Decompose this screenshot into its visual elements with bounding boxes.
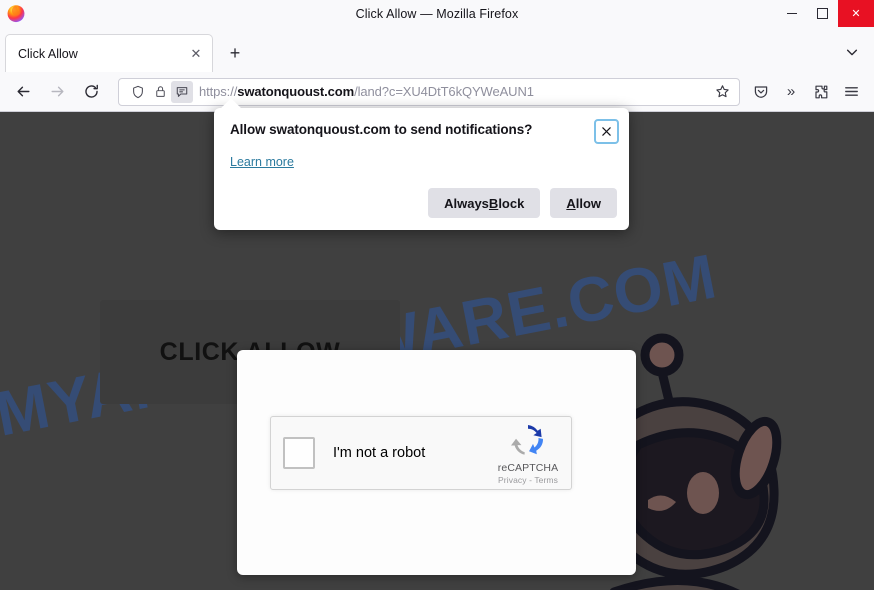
allow-button[interactable]: Allow	[550, 188, 617, 218]
recaptcha-branding: reCAPTCHA Privacy - Terms	[489, 422, 571, 485]
window-controls: ✕	[776, 0, 874, 27]
recaptcha-terms-link[interactable]: Terms	[534, 475, 558, 485]
notification-permission-icon[interactable]	[171, 80, 193, 103]
recaptcha-link-separator: -	[529, 474, 533, 485]
pocket-icon[interactable]	[746, 77, 776, 107]
doorhanger-close-icon[interactable]	[594, 119, 619, 144]
minimize-button[interactable]	[776, 0, 807, 27]
toolbar-actions: »	[746, 77, 866, 107]
recaptcha-widget[interactable]: I'm not a robot reCAPTCHA Privacy - Term…	[270, 416, 572, 490]
window-title: Click Allow — Mozilla Firefox	[355, 6, 519, 21]
extensions-puzzle-icon[interactable]	[806, 77, 836, 107]
title-bar: Click Allow — Mozilla Firefox ✕	[0, 0, 874, 27]
allow-accel: A	[566, 195, 576, 211]
firefox-logo-icon	[7, 5, 25, 23]
reload-button-icon[interactable]	[76, 77, 106, 107]
lock-icon[interactable]	[149, 81, 171, 103]
shield-icon[interactable]	[127, 81, 149, 103]
notification-permission-dialog: Allow swatonquoust.com to send notificat…	[214, 98, 629, 230]
url-bar[interactable]: https://swatonquoust.com/land?c=XU4DtT6k…	[118, 77, 740, 106]
tab-click-allow[interactable]: Click Allow ✕	[5, 34, 213, 72]
url-host: swatonquoust.com	[237, 84, 355, 99]
tab-close-icon[interactable]: ✕	[186, 44, 206, 64]
bookmark-star-icon[interactable]	[711, 81, 733, 103]
recaptcha-brand-links: Privacy - Terms	[489, 475, 567, 485]
tab-strip: Click Allow ✕ +	[0, 27, 874, 72]
navigation-toolbar: https://swatonquoust.com/land?c=XU4DtT6k…	[0, 72, 874, 112]
allow-suffix: llow	[575, 195, 601, 211]
url-scheme: https://	[199, 84, 238, 99]
always-block-button[interactable]: Always Block	[428, 188, 541, 218]
captcha-card: I'm not a robot reCAPTCHA Privacy - Term…	[237, 350, 636, 575]
url-text: https://swatonquoust.com/land?c=XU4DtT6k…	[199, 84, 711, 99]
doorhanger-buttons: Always Block Allow	[428, 188, 617, 218]
learn-more-link[interactable]: Learn more	[230, 155, 294, 169]
maximize-button[interactable]	[807, 0, 838, 27]
always-block-prefix: Always	[444, 195, 489, 211]
doorhanger-title: Allow swatonquoust.com to send notificat…	[230, 122, 533, 137]
recaptcha-logo-icon	[511, 424, 543, 455]
list-all-tabs-icon[interactable]	[838, 38, 866, 66]
recaptcha-privacy-link[interactable]: Privacy	[498, 475, 527, 485]
firefox-browser-window: Click Allow — Mozilla Firefox ✕ Click Al…	[0, 0, 874, 590]
recaptcha-checkbox[interactable]	[283, 437, 315, 469]
always-block-suffix: lock	[498, 195, 525, 211]
identity-box	[127, 80, 193, 103]
recaptcha-label: I'm not a robot	[333, 445, 426, 461]
recaptcha-brand-name: reCAPTCHA	[497, 461, 559, 474]
url-path: /land?c=XU4DtT6kQYWeAUN1	[354, 84, 534, 99]
new-tab-button[interactable]: +	[221, 39, 249, 67]
forward-button-icon	[42, 77, 72, 107]
close-window-button[interactable]: ✕	[838, 0, 874, 27]
back-button-icon[interactable]	[8, 77, 38, 107]
overflow-menu-icon[interactable]: »	[776, 77, 806, 107]
always-block-accel: B	[488, 195, 499, 211]
hamburger-menu-icon[interactable]	[836, 77, 866, 107]
tab-label: Click Allow	[18, 46, 78, 61]
